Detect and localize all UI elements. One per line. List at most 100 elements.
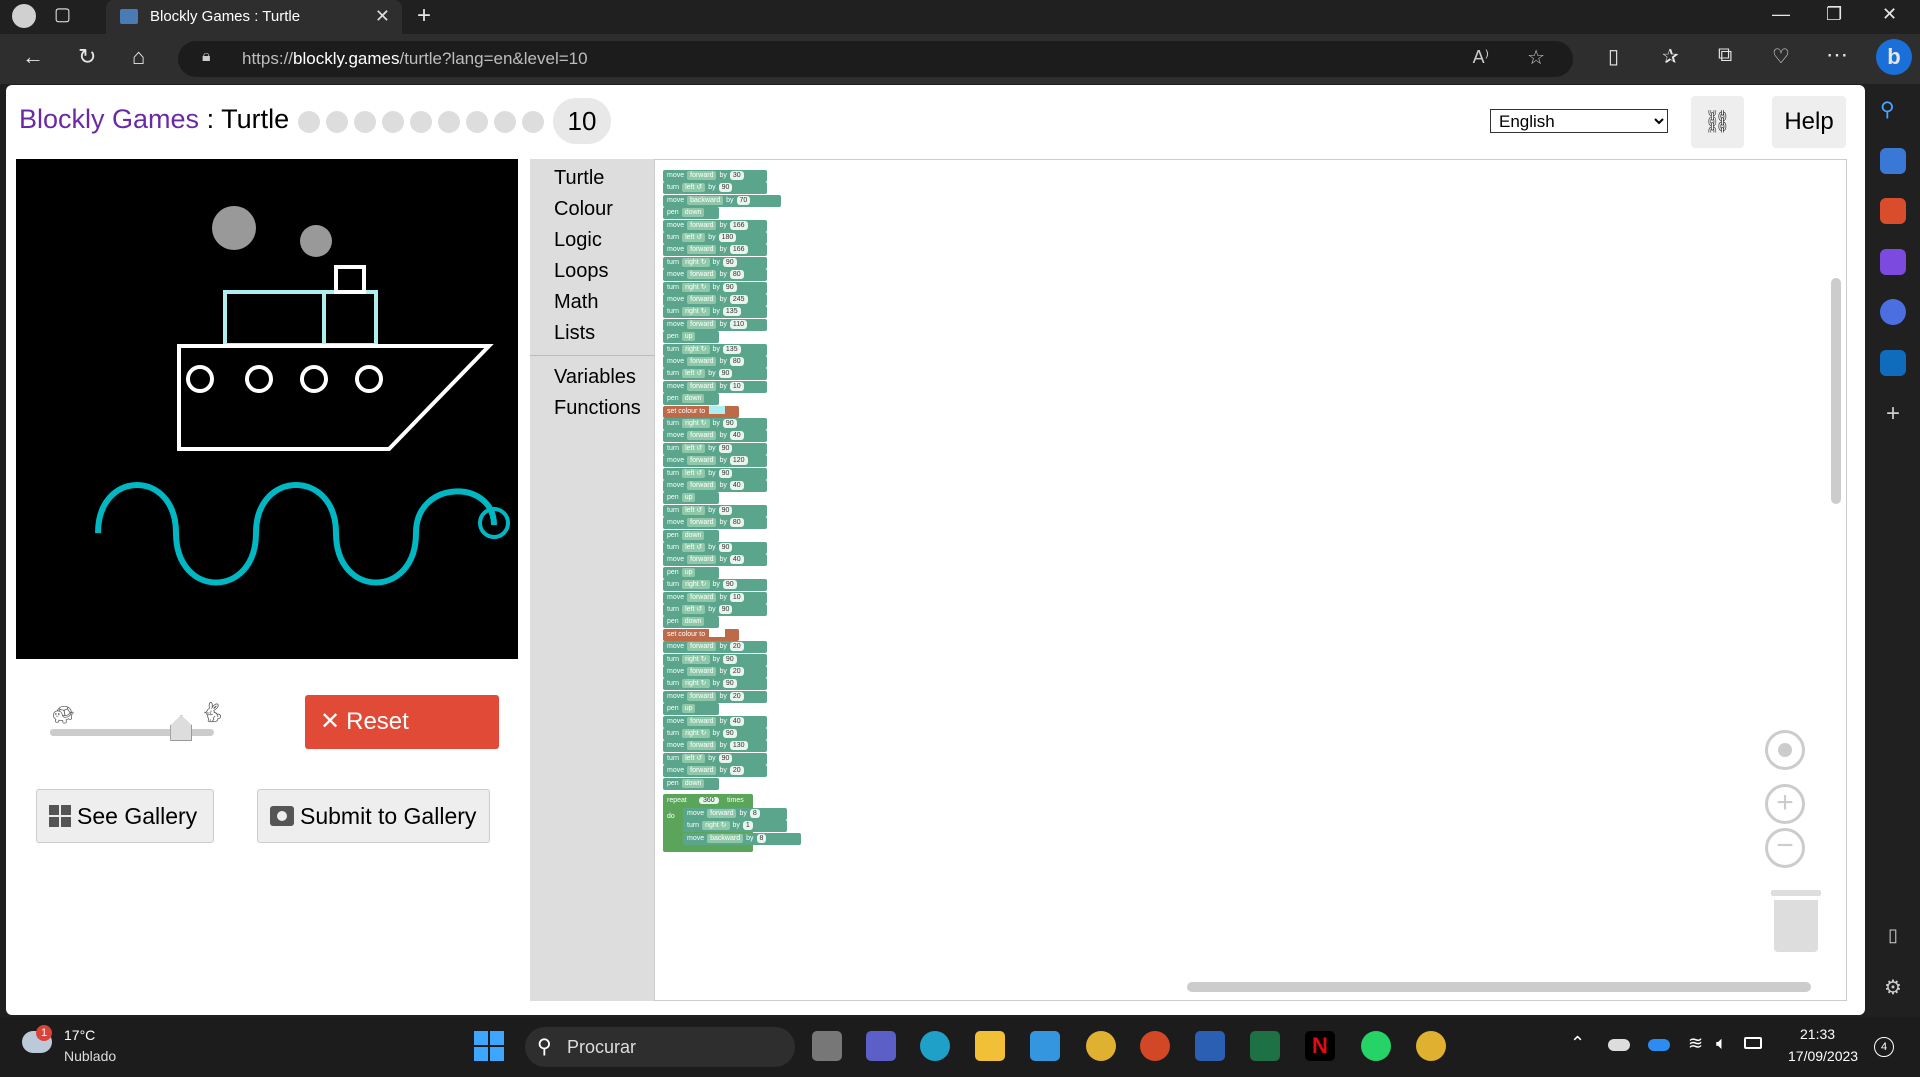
number-field[interactable]: 8: [756, 833, 767, 843]
back-icon[interactable]: ←: [22, 44, 44, 70]
turn-block[interactable]: turn right ↻ by 90: [663, 418, 767, 430]
direction-dropdown[interactable]: up: [681, 704, 696, 714]
performance-icon[interactable]: ♡: [1772, 44, 1790, 69]
turn-block[interactable]: turn left ↺ by 180: [663, 232, 767, 244]
direction-dropdown[interactable]: left ↺: [682, 183, 706, 193]
volume-icon[interactable]: 🔈︎: [1716, 1033, 1727, 1054]
direction-dropdown[interactable]: right ↻: [682, 580, 710, 590]
direction-dropdown[interactable]: forward: [687, 245, 717, 255]
games-icon[interactable]: [1880, 249, 1906, 275]
move-block[interactable]: move forward by 10: [663, 380, 767, 393]
number-field[interactable]: 90: [722, 679, 737, 689]
mail-icon[interactable]: [1030, 1031, 1060, 1061]
direction-dropdown[interactable]: left ↺: [682, 443, 706, 453]
word-icon[interactable]: [1195, 1031, 1225, 1061]
clock-time[interactable]: 21:33: [1800, 1026, 1835, 1042]
taskbar-search[interactable]: ⚲ Procurar: [525, 1027, 795, 1067]
level-dot-6[interactable]: [438, 111, 460, 133]
level-dot-1[interactable]: [298, 111, 320, 133]
number-field[interactable]: 90: [718, 468, 733, 478]
weather-desc[interactable]: Nublado: [64, 1048, 116, 1064]
colour-swatch[interactable]: [709, 405, 726, 414]
direction-dropdown[interactable]: forward: [687, 592, 717, 602]
direction-dropdown[interactable]: down: [681, 617, 705, 627]
pen-block[interactable]: pen up: [663, 331, 719, 344]
direction-dropdown[interactable]: left ↺: [682, 468, 706, 478]
teams-icon[interactable]: [866, 1031, 896, 1061]
move-block[interactable]: move forward by 245: [663, 294, 767, 306]
address-bar[interactable]: 🔒︎ https://blockly.games/turtle?lang=en&…: [178, 41, 1573, 77]
pen-block[interactable]: pen up: [663, 703, 719, 716]
shopping-tag-icon[interactable]: [1880, 148, 1906, 174]
wifi-icon[interactable]: ≋: [1688, 1033, 1703, 1054]
direction-dropdown[interactable]: forward: [687, 357, 717, 366]
link-button[interactable]: ⛓: [1691, 96, 1744, 148]
outlook-icon[interactable]: [1880, 350, 1906, 376]
direction-dropdown[interactable]: forward: [687, 171, 717, 180]
number-field[interactable]: 20: [729, 667, 744, 676]
number-field[interactable]: 90: [722, 729, 737, 738]
pen-block[interactable]: pen up: [663, 492, 719, 505]
turn-block[interactable]: turn right ↻ by 90: [663, 579, 767, 592]
number-field[interactable]: 166: [729, 220, 748, 230]
number-field[interactable]: 40: [729, 431, 744, 441]
turn-block[interactable]: turn left ↺ by 90: [663, 182, 767, 195]
settings-icon[interactable]: ⚙: [1880, 975, 1906, 1001]
number-field[interactable]: 40: [729, 555, 744, 565]
turn-block[interactable]: turn right ↻ by 90: [663, 653, 767, 666]
turn-block[interactable]: turn right ↻ by 90: [663, 256, 767, 269]
direction-dropdown[interactable]: right ↻: [682, 729, 710, 738]
file-explorer-icon[interactable]: [975, 1031, 1005, 1061]
minimize-icon[interactable]: —: [1772, 4, 1790, 25]
level-dot-2[interactable]: [326, 111, 348, 133]
number-field[interactable]: 80: [729, 357, 744, 366]
turn-block[interactable]: turn right ↻ by 90: [663, 728, 767, 740]
direction-dropdown[interactable]: forward: [687, 456, 717, 466]
direction-dropdown[interactable]: forward: [707, 809, 737, 818]
level-dot-9[interactable]: [522, 111, 544, 133]
home-icon[interactable]: ⌂: [132, 44, 145, 70]
toolbox-category-logic[interactable]: Logic: [554, 229, 602, 252]
set-colour-block[interactable]: set colour to: [663, 628, 739, 641]
turn-block[interactable]: turn right ↻ by 135: [663, 343, 767, 356]
repeat-count-field[interactable]: 360: [699, 797, 719, 804]
toolbox-category-turtle[interactable]: Turtle: [554, 167, 604, 190]
current-level-badge[interactable]: 10: [553, 98, 611, 144]
turn-block[interactable]: turn left ↺ by 90: [663, 467, 767, 480]
move-block[interactable]: move backward by 8: [683, 832, 801, 845]
onedrive-business-icon[interactable]: [1648, 1039, 1670, 1051]
direction-dropdown[interactable]: forward: [687, 716, 717, 726]
direction-dropdown[interactable]: forward: [687, 481, 717, 490]
direction-dropdown[interactable]: forward: [687, 270, 717, 280]
direction-dropdown[interactable]: forward: [687, 518, 717, 528]
language-select[interactable]: English: [1490, 109, 1668, 133]
pen-block[interactable]: pen down: [663, 529, 719, 542]
level-dot-3[interactable]: [354, 111, 376, 133]
collections-icon[interactable]: ⧉: [1718, 44, 1732, 67]
read-aloud-icon[interactable]: A⁾: [1473, 47, 1489, 68]
profile-icon[interactable]: [12, 4, 36, 28]
turn-block[interactable]: turn left ↺ by 90: [663, 368, 767, 381]
excel-icon[interactable]: [1250, 1031, 1280, 1061]
netflix-icon[interactable]: N: [1305, 1031, 1335, 1061]
direction-dropdown[interactable]: right ↻: [682, 419, 710, 428]
direction-dropdown[interactable]: down: [681, 394, 705, 404]
level-dot-8[interactable]: [494, 111, 516, 133]
turn-block[interactable]: turn right ↻ by 1: [683, 820, 787, 833]
number-field[interactable]: 20: [729, 642, 744, 652]
number-field[interactable]: 90: [718, 605, 733, 614]
number-field[interactable]: 90: [718, 443, 733, 453]
level-dot-4[interactable]: [382, 111, 404, 133]
move-block[interactable]: move backward by 70: [663, 194, 781, 207]
horizontal-scrollbar[interactable]: [1187, 982, 1811, 992]
blockly-workspace[interactable]: move forward by 30 turn left ↺ by 90 move backwar…: [654, 159, 1847, 1001]
search-icon[interactable]: ⚲: [1880, 97, 1906, 123]
number-field[interactable]: 135: [722, 344, 741, 354]
number-field[interactable]: 90: [718, 505, 733, 515]
blockly-games-link[interactable]: Blockly Games: [19, 104, 199, 134]
direction-dropdown[interactable]: forward: [687, 741, 717, 751]
direction-dropdown[interactable]: forward: [687, 220, 717, 230]
number-field[interactable]: 110: [729, 319, 748, 329]
direction-dropdown[interactable]: up: [681, 332, 696, 342]
move-block[interactable]: move forward by 80: [663, 269, 767, 282]
